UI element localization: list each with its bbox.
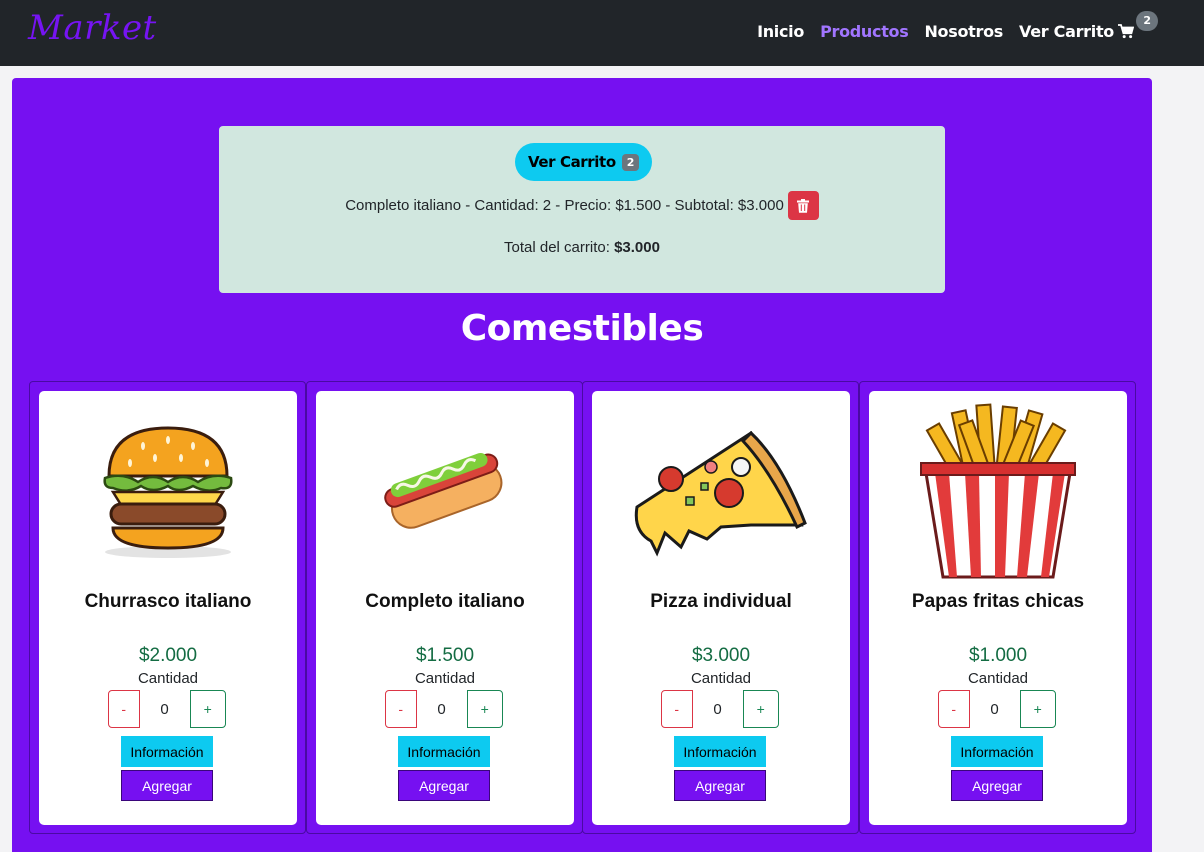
product-card: Churrasco italiano $2.000 Cantidad - + I… [39,391,297,825]
add-to-cart-button[interactable]: Agregar [121,770,213,801]
info-button[interactable]: Información [951,736,1043,767]
fries-icon [898,401,1098,581]
add-to-cart-button[interactable]: Agregar [951,770,1043,801]
cart-count-badge: 2 [621,153,639,171]
quantity-input[interactable] [692,690,743,728]
cart-item-row: Completo italiano - Cantidad: 2 - Precio… [219,191,945,220]
cart-panel: Ver Carrito 2 Completo italiano - Cantid… [219,126,945,293]
cart-total-value: $3.000 [614,239,660,256]
section-title: Comestibles [460,308,704,349]
quantity-label: Cantidad [137,670,199,687]
decrement-button[interactable]: - [108,690,140,728]
brand-logo[interactable]: Market [28,8,157,48]
product-card-wrapper: Churrasco italiano $2.000 Cantidad - + I… [29,381,306,834]
navbar: Market Inicio Productos Nosotros Ver Car… [0,0,1204,66]
info-button[interactable]: Información [674,736,766,767]
product-card: Pizza individual $3.000 Cantidad - + Inf… [592,391,850,825]
decrement-button[interactable]: - [938,690,970,728]
info-button[interactable]: Información [398,736,490,767]
product-price: $1.000 [968,645,1028,666]
product-card-wrapper: Papas fritas chicas $1.000 Cantidad - + … [859,381,1136,834]
nav-link-inicio[interactable]: Inicio [757,22,804,41]
cart-icon [1118,24,1134,39]
quantity-input[interactable] [416,690,467,728]
nav-links: Inicio Productos Nosotros Ver Carrito 2 [757,11,1158,41]
quantity-label: Cantidad [690,670,752,687]
nav-cart-link[interactable]: Ver Carrito 2 [1019,11,1158,41]
product-name: Churrasco italiano [84,591,252,612]
delete-item-button[interactable] [787,191,819,220]
view-cart-button[interactable]: Ver Carrito 2 [515,143,652,181]
product-card-wrapper: Completo italiano $1.500 Cantidad - + In… [306,381,583,834]
add-to-cart-button[interactable]: Agregar [398,770,490,801]
hotdog-icon [345,401,545,581]
product-card: Completo italiano $1.500 Cantidad - + In… [316,391,574,825]
increment-button[interactable]: + [742,690,779,728]
quantity-stepper: - + [661,690,779,728]
product-card-wrapper: Pizza individual $3.000 Cantidad - + Inf… [582,381,859,834]
product-price: $1.500 [415,645,475,666]
product-price: $2.000 [138,645,198,666]
product-name: Pizza individual [650,591,792,612]
quantity-label: Cantidad [967,670,1029,687]
quantity-stepper: - + [385,690,503,728]
nav-cart-label: Ver Carrito [1019,22,1114,41]
product-name: Papas fritas chicas [911,591,1085,612]
decrement-button[interactable]: - [385,690,417,728]
product-card: Papas fritas chicas $1.000 Cantidad - + … [869,391,1127,825]
burger-icon [68,401,268,581]
cart-total-label: Total del carrito: [504,239,610,256]
add-to-cart-button[interactable]: Agregar [674,770,766,801]
increment-button[interactable]: + [1019,690,1056,728]
quantity-input[interactable] [139,690,190,728]
main-container: Ver Carrito 2 Completo italiano - Cantid… [12,78,1152,852]
pizza-icon [621,401,821,581]
cart-total: Total del carrito: $3.000 [219,239,945,256]
trash-icon [797,198,810,213]
view-cart-label: Ver Carrito [528,153,616,171]
nav-link-productos[interactable]: Productos [820,22,909,41]
decrement-button[interactable]: - [661,690,693,728]
increment-button[interactable]: + [189,690,226,728]
nav-link-nosotros[interactable]: Nosotros [924,22,1003,41]
info-button[interactable]: Información [121,736,213,767]
product-price: $3.000 [691,645,751,666]
quantity-label: Cantidad [414,670,476,687]
quantity-stepper: - + [938,690,1056,728]
quantity-input[interactable] [969,690,1020,728]
quantity-stepper: - + [108,690,226,728]
product-name: Completo italiano [365,591,525,612]
increment-button[interactable]: + [466,690,503,728]
nav-cart-badge: 2 [1136,11,1158,31]
cart-item-text: Completo italiano - Cantidad: 2 - Precio… [345,197,784,214]
